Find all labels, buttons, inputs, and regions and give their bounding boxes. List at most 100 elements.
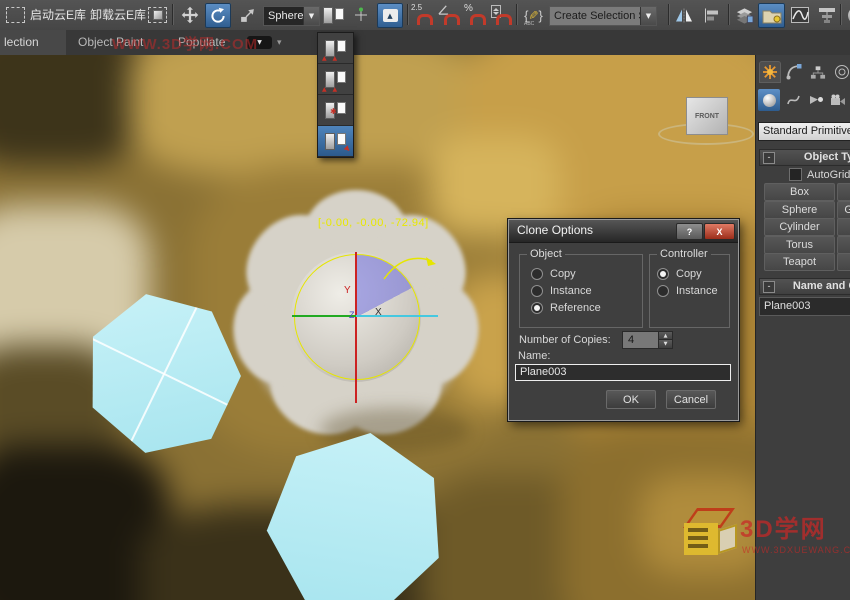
angle-snap-toggle-icon[interactable]: [437, 3, 461, 27]
radio-controller-copy[interactable]: Copy: [657, 268, 702, 280]
select-object-icon[interactable]: [145, 3, 169, 27]
controller-group-label: Controller: [657, 248, 711, 260]
dialog-title: Clone Options: [517, 223, 593, 237]
named-selection-set-dropdown[interactable]: Create Selection Se ▼: [549, 6, 657, 26]
primitive-button-teapot[interactable]: Teapot: [764, 253, 835, 271]
autogrid-checkbox[interactable]: [789, 168, 802, 181]
category-geometry[interactable]: [758, 89, 780, 111]
gizmo-y-axis-green: [292, 315, 356, 317]
flyout-use-pivot-point-center[interactable]: ▲ ▲: [318, 33, 353, 64]
rectangular-selection-region-icon[interactable]: [3, 3, 27, 27]
mirror-icon[interactable]: [672, 3, 696, 27]
select-and-move-icon[interactable]: [178, 3, 202, 27]
snaps-toggle-icon[interactable]: 2.5: [410, 3, 434, 27]
primitive-button-torus[interactable]: Torus: [764, 236, 835, 254]
red-arrows-icon: ▲ ▲: [322, 86, 339, 93]
percent-glyph: %: [464, 3, 473, 14]
tab-modify[interactable]: [783, 61, 805, 83]
logo-subtitle-text: WWW.3DXUEWANG.COM: [742, 545, 850, 555]
select-and-scale-icon[interactable]: [235, 3, 259, 27]
primitive-button-pyramid[interactable]: Pyramid: [837, 236, 850, 254]
flyout-use-selection-center[interactable]: ✱: [318, 95, 353, 126]
main-toolbar: 启动云E库 卸载云E库 Sphere00 ▼ ▲: [0, 0, 850, 31]
select-and-manipulate-icon[interactable]: [349, 3, 373, 27]
red-arrow-icon: ▶: [343, 144, 352, 153]
spinner-snap-toggle-icon[interactable]: [489, 3, 513, 27]
primitive-button-cylinder[interactable]: Cylinder: [764, 218, 835, 236]
align-icon[interactable]: [700, 3, 724, 27]
primitive-category-dropdown[interactable]: Standard Primitives: [758, 122, 850, 141]
launch-cloud-library-button[interactable]: 启动云E库: [30, 0, 86, 30]
axis-label-z: Z: [349, 310, 355, 320]
primitive-button-plane[interactable]: Plane: [837, 253, 850, 271]
copies-spinner-field[interactable]: 4: [622, 331, 663, 349]
reference-coordinate-system-dropdown[interactable]: Sphere00 ▼: [263, 6, 320, 26]
primitive-button-geosphere[interactable]: GeoSphere: [837, 201, 850, 219]
uninstall-cloud-library-button[interactable]: 卸载云E库: [90, 0, 146, 30]
chevron-down-icon: ▼: [303, 7, 319, 25]
tab-create[interactable]: [759, 61, 781, 83]
axis-label-x: X: [375, 307, 382, 318]
viewcube[interactable]: FRONT: [686, 97, 728, 135]
render-setup-icon[interactable]: [844, 3, 850, 27]
spin-down-icon: ▼: [664, 341, 668, 347]
collapse-icon[interactable]: -: [763, 281, 775, 293]
primitive-button-sphere[interactable]: Sphere: [764, 201, 835, 219]
primitive-button-tube[interactable]: Tube: [837, 218, 850, 236]
select-and-rotate-icon[interactable]: [205, 3, 231, 28]
gizmo-x-axis-red: [355, 252, 357, 403]
clone-name-input[interactable]: Plane003: [515, 364, 731, 381]
radio-label: Copy: [676, 268, 702, 280]
radio-object-copy[interactable]: Copy: [531, 268, 576, 280]
ribbon-options-caret[interactable]: ▾: [277, 30, 282, 55]
category-cameras[interactable]: [827, 89, 849, 111]
autogrid-label: AutoGrid: [807, 169, 850, 181]
keyboard-shortcut-override-icon[interactable]: ▲: [377, 3, 403, 28]
tab-motion[interactable]: [831, 61, 850, 83]
manage-layers-icon[interactable]: [732, 3, 756, 27]
dialog-titlebar[interactable]: Clone Options ? X: [509, 220, 738, 243]
cancel-button[interactable]: Cancel: [666, 390, 716, 409]
percent-snap-toggle-icon[interactable]: %: [463, 3, 487, 27]
toolbar-separator: [840, 4, 842, 25]
tab-selection[interactable]: lection: [0, 30, 66, 55]
use-center-flyout-button[interactable]: [321, 3, 345, 27]
collapse-icon[interactable]: -: [763, 152, 775, 164]
spinner-down-button[interactable]: ▼: [658, 339, 673, 349]
curve-editor-icon[interactable]: [788, 3, 812, 27]
primitive-button-cone[interactable]: Cone: [837, 183, 850, 201]
category-shapes[interactable]: [782, 89, 804, 111]
autogrid-row: AutoGrid: [789, 168, 850, 181]
gizmo-axis-highlight-cyan: [356, 315, 438, 317]
radio-label: Instance: [676, 285, 718, 297]
dialog-close-button[interactable]: X: [704, 223, 735, 240]
watermark-text: WWW.3D学网.COM: [112, 33, 258, 54]
tab-hierarchy[interactable]: [807, 61, 829, 83]
chevron-down-icon: ▼: [640, 7, 656, 25]
edit-named-selection-sets-icon[interactable]: { ✎ } ABC: [520, 3, 547, 27]
radio-object-reference[interactable]: Reference: [531, 302, 601, 314]
selection-set-value: Create Selection Se: [550, 10, 640, 22]
name-label: Name:: [518, 350, 550, 362]
toggle-scene-explorer-icon[interactable]: [758, 3, 785, 28]
flyout-use-pivot-point-center-2[interactable]: ▲ ▲: [318, 64, 353, 95]
radio-label: Copy: [550, 268, 576, 280]
dialog-help-button[interactable]: ?: [676, 223, 703, 240]
object-type-rollout-header[interactable]: - Object Type: [759, 149, 850, 166]
primitive-button-box[interactable]: Box: [764, 183, 835, 201]
transform-coords-readout: [-0.00, -0.00, -72.94]: [318, 217, 429, 229]
toolbar-separator: [516, 4, 518, 25]
red-asterisk-icon: ✱: [330, 107, 337, 116]
axis-label-y: Y: [344, 285, 351, 296]
watermark-logo: 3D学网 WWW.3DXUEWANG.COM: [678, 503, 838, 565]
name-color-rollout-header[interactable]: - Name and Color: [759, 278, 850, 295]
schematic-view-icon[interactable]: [815, 3, 839, 27]
flyout-use-transform-coordinate-center[interactable]: ▶: [318, 126, 353, 157]
radio-object-instance[interactable]: Instance: [531, 285, 592, 297]
ok-button[interactable]: OK: [606, 390, 656, 409]
toolbar-separator: [728, 4, 730, 25]
object-name-field[interactable]: Plane003: [759, 297, 850, 316]
category-lights[interactable]: [805, 89, 827, 111]
copies-label: Number of Copies:: [519, 334, 611, 346]
radio-controller-instance[interactable]: Instance: [657, 285, 718, 297]
